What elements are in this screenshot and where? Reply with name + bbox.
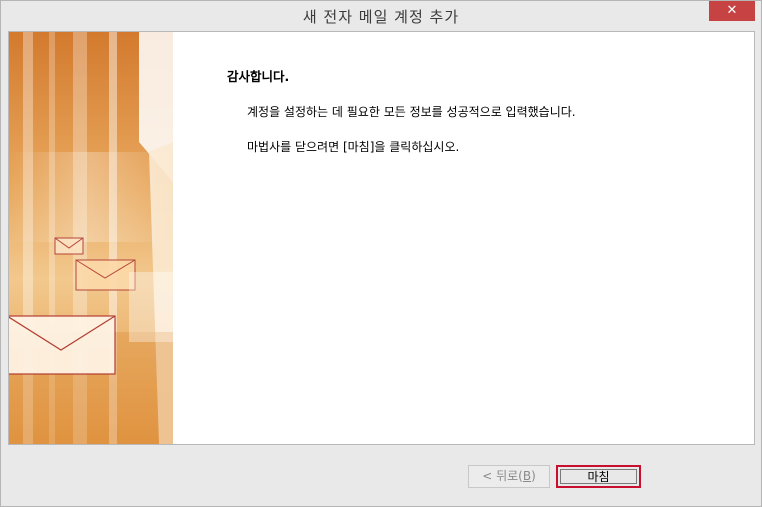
completion-message: 감사합니다. 계정을 설정하는 데 필요한 모든 정보를 성공적으로 입력했습니… [227,66,734,173]
envelope-small [54,237,84,255]
close-icon: ✕ [726,3,738,18]
finish-button-focus: 마침 [560,469,637,484]
back-button-label-suffix: ) [531,469,536,483]
success-text: 계정을 설정하는 데 필요한 모든 정보를 성공적으로 입력했습니다. [247,105,576,119]
back-button[interactable]: < 뒤로(B) [468,465,550,488]
wizard-window: 새 전자 메일 계정 추가 ✕ 감사합니다. 계정을 설정하는 데 필요한 모든… [0,0,762,507]
finish-button-label: 마침 [587,470,610,484]
wizard-side-illustration [9,32,173,444]
back-button-label: < 뒤로( [482,469,523,483]
wizard-page: 감사합니다. 계정을 설정하는 데 필요한 모든 정보를 성공적으로 입력했습니… [8,31,755,445]
back-button-mnemonic: B [522,469,532,483]
close-button[interactable]: ✕ [709,1,755,21]
envelope-medium [75,259,136,291]
title-bar[interactable]: 새 전자 메일 계정 추가 ✕ [1,1,761,31]
envelope-large [9,315,116,375]
close-instruction-text: 마법사를 닫으려면 [마침]을 클릭하십시오. [247,140,460,154]
wizard-button-bar: < 뒤로(B) 마침 [8,445,755,501]
mail-envelopes-illustration [9,32,173,444]
window-title: 새 전자 메일 계정 추가 [302,8,460,26]
finish-button[interactable]: 마침 [556,465,641,488]
thank-you-heading: 감사합니다. [227,69,290,84]
